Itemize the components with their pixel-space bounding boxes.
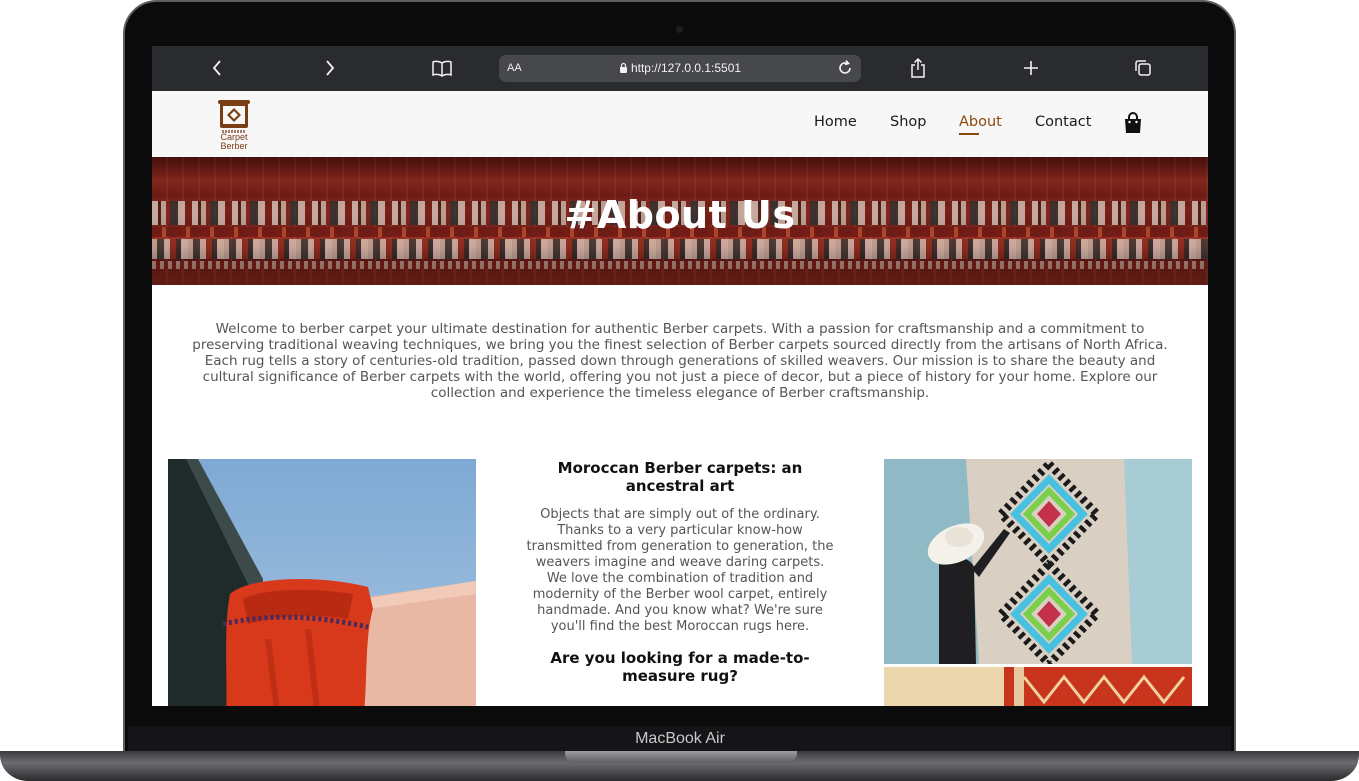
address-bar[interactable]: AA http://127.0.0.1:5501 — [499, 55, 861, 82]
logo-text: Carpet Berber — [208, 133, 260, 151]
photo-red-blanket — [168, 459, 476, 706]
screen: AA http://127.0.0.1:5501 Carpet Berber H… — [152, 46, 1208, 706]
photo-rug-detail — [884, 667, 1192, 706]
nav-contact[interactable]: Contact — [1035, 114, 1091, 130]
chevron-left-icon[interactable] — [204, 55, 230, 81]
url-value: http://127.0.0.1:5501 — [630, 61, 742, 75]
reload-icon[interactable] — [836, 59, 854, 81]
url-text: http://127.0.0.1:5501 — [499, 61, 861, 75]
photo-woman-with-rug — [884, 459, 1192, 664]
nav-active-underline — [959, 133, 979, 135]
camera — [676, 26, 683, 33]
site-header: Carpet Berber Home Shop About Contact — [152, 91, 1208, 157]
hero-title: #About Us — [564, 193, 796, 237]
tabs-icon[interactable] — [1130, 55, 1156, 81]
nav-shop[interactable]: Shop — [890, 114, 926, 130]
article-heading-2: Are you looking for a made-to-measure ru… — [550, 649, 810, 685]
hero-banner: #About Us — [152, 157, 1208, 285]
share-icon[interactable] — [905, 55, 931, 81]
book-icon[interactable] — [429, 55, 455, 81]
article-heading-1: Moroccan Berber carpets: an ancestral ar… — [557, 459, 803, 495]
article-paragraph-1: Objects that are simply out of the ordin… — [526, 507, 834, 634]
nav-home[interactable]: Home — [814, 114, 857, 130]
lock-icon — [619, 62, 627, 73]
nav-about[interactable]: About — [959, 114, 1002, 130]
browser-toolbar: AA http://127.0.0.1:5501 — [152, 46, 1208, 91]
logo-text-line2: Berber — [220, 141, 248, 151]
intro-text: Welcome to berber carpet your ultimate d… — [192, 321, 1168, 401]
laptop-model-label: MacBook Air — [635, 730, 725, 747]
chevron-right-icon[interactable] — [317, 55, 343, 81]
shopping-bag-icon[interactable] — [1123, 112, 1143, 138]
laptop-notch — [565, 751, 797, 763]
article-column: Moroccan Berber carpets: an ancestral ar… — [524, 459, 836, 685]
plus-icon[interactable] — [1018, 55, 1044, 81]
